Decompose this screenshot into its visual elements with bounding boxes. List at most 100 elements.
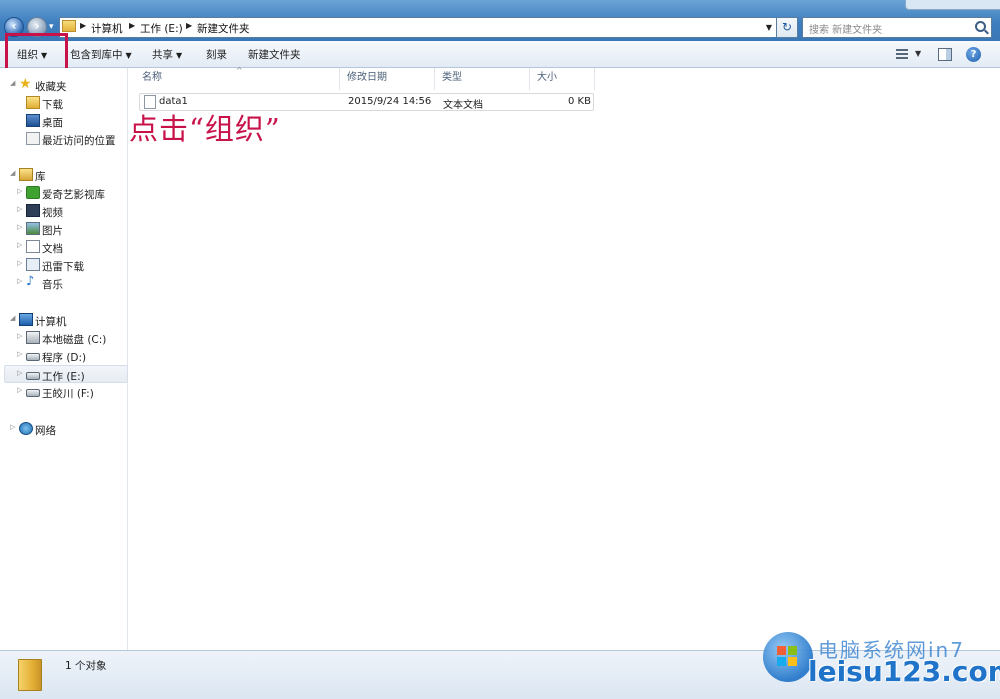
picture-icon: [26, 222, 40, 235]
expanded-triangle-icon[interactable]: ◢: [10, 169, 15, 177]
collapsed-triangle-icon[interactable]: ▷: [17, 386, 22, 394]
nav-label: 程序 (D:): [42, 352, 87, 364]
breadcrumb-new-folder[interactable]: 新建文件夹: [197, 21, 250, 36]
column-header-type[interactable]: 类型: [435, 68, 530, 90]
share-button[interactable]: 共享 ▼: [152, 47, 182, 62]
breadcrumb-drive-e[interactable]: 工作 (E:): [140, 21, 183, 36]
downloads-folder-icon: [26, 96, 40, 109]
burn-button[interactable]: 刻录: [206, 47, 227, 62]
collapsed-triangle-icon[interactable]: ▷: [17, 369, 22, 377]
nav-label: 工作 (E:): [42, 371, 85, 383]
search-placeholder: 搜索 新建文件夹: [809, 25, 883, 36]
include-in-library-button[interactable]: 包含到库中 ▼: [70, 47, 132, 62]
include-library-label: 包含到库中: [70, 49, 123, 61]
nav-label: 王皎川 (F:): [42, 388, 94, 400]
system-drive-icon: [26, 331, 40, 344]
network-icon: [19, 422, 33, 435]
collapsed-triangle-icon[interactable]: ▷: [17, 187, 22, 195]
nav-label: 计算机: [35, 316, 67, 328]
collapsed-triangle-icon[interactable]: ▷: [17, 205, 22, 213]
nav-label: 网络: [35, 425, 56, 437]
document-icon: [26, 240, 40, 253]
breadcrumb-computer[interactable]: 计算机: [91, 21, 123, 36]
expanded-triangle-icon[interactable]: ◢: [10, 314, 15, 322]
nav-label: 音乐: [42, 279, 63, 291]
nav-drive-f[interactable]: ▷ 王皎川 (F:): [4, 383, 128, 401]
nav-label: 最近访问的位置: [42, 135, 116, 147]
libraries-icon: [19, 168, 33, 181]
chevron-right-icon[interactable]: ▶: [186, 21, 192, 30]
drive-icon: [26, 372, 40, 380]
collapsed-triangle-icon[interactable]: ▷: [17, 259, 22, 267]
view-options-dropdown[interactable]: ▼: [915, 49, 921, 58]
collapsed-triangle-icon[interactable]: ▷: [17, 223, 22, 231]
dropdown-arrow-icon: ▼: [125, 51, 132, 60]
address-bar: ‹ › ▾ ▶ 计算机 ▶ 工作 (E:) ▶ 新建文件夹 ▼ ↻ 搜索 新建文…: [0, 0, 1000, 41]
dropdown-arrow-icon: ▼: [176, 51, 183, 60]
nav-pictures[interactable]: ▷ 图片: [4, 220, 128, 238]
nav-recent-places[interactable]: 最近访问的位置: [4, 130, 128, 148]
iqiyi-icon: [26, 186, 40, 199]
nav-label: 视频: [42, 207, 63, 219]
nav-label: 本地磁盘 (C:): [42, 334, 107, 346]
recent-pages-dropdown[interactable]: ▾: [49, 22, 54, 32]
nav-label: 迅雷下载: [42, 261, 84, 273]
navigation-pane: ◢ ★ 收藏夹 下载 桌面 最近访问的位置 ◢ 库 ▷ 爱奇艺影视库 ▷ 视频 …: [0, 68, 128, 650]
nav-label: 库: [35, 171, 46, 183]
nav-label: 文档: [42, 243, 63, 255]
file-size: 0 KB: [568, 96, 591, 107]
folder-icon: [18, 659, 42, 691]
refresh-button[interactable]: ↻: [776, 17, 798, 38]
item-count: 1 个对象: [65, 660, 107, 672]
star-icon: ★: [19, 76, 32, 92]
folder-icon: [62, 20, 76, 32]
column-header-size[interactable]: 大小: [530, 68, 595, 90]
chevron-right-icon[interactable]: ▶: [129, 21, 135, 30]
desktop-icon: [26, 114, 40, 127]
nav-documents[interactable]: ▷ 文档: [4, 238, 128, 256]
expanded-triangle-icon[interactable]: ◢: [10, 79, 15, 87]
column-header-name[interactable]: 名称: [135, 68, 340, 90]
nav-drive-d[interactable]: ▷ 程序 (D:): [4, 347, 128, 365]
computer-icon: [19, 313, 33, 326]
help-icon[interactable]: ?: [966, 47, 981, 62]
search-icon[interactable]: [975, 21, 986, 32]
address-box[interactable]: ▶ 计算机 ▶ 工作 (E:) ▶ 新建文件夹: [59, 17, 772, 38]
nav-videos[interactable]: ▷ 视频: [4, 202, 128, 220]
nav-computer[interactable]: ◢ 计算机: [4, 311, 128, 329]
preview-pane-icon[interactable]: [938, 48, 952, 61]
nav-desktop[interactable]: 桌面: [4, 112, 128, 130]
nav-label: 爱奇艺影视库: [42, 189, 105, 201]
nav-drive-c[interactable]: ▷ 本地磁盘 (C:): [4, 329, 128, 347]
collapsed-triangle-icon[interactable]: ▷: [17, 277, 22, 285]
video-icon: [26, 204, 40, 217]
nav-xunlei[interactable]: ▷ 迅雷下载: [4, 256, 128, 274]
file-type: 文本文档: [443, 100, 483, 111]
back-arrow-icon: ‹: [11, 19, 17, 33]
watermark-site-text: leisu123.com: [808, 655, 1000, 688]
nav-label: 下载: [42, 99, 63, 111]
nav-favorites[interactable]: ◢ ★ 收藏夹: [4, 76, 128, 94]
refresh-icon: ↻: [781, 20, 793, 34]
drive-icon: [26, 389, 40, 397]
collapsed-triangle-icon[interactable]: ▷: [10, 423, 15, 431]
column-header-modified[interactable]: 修改日期: [340, 68, 435, 90]
collapsed-triangle-icon[interactable]: ▷: [17, 332, 22, 340]
nav-drive-e[interactable]: ▷ 工作 (E:): [4, 365, 128, 383]
chevron-right-icon[interactable]: ▶: [80, 21, 86, 30]
nav-music[interactable]: ▷ ♪ 音乐: [4, 274, 128, 292]
collapsed-triangle-icon[interactable]: ▷: [17, 241, 22, 249]
tutorial-annotation: 点击“组织”: [129, 112, 281, 146]
nav-libraries[interactable]: ◢ 库: [4, 166, 128, 184]
change-view-icon[interactable]: [896, 46, 912, 62]
nav-downloads[interactable]: 下载: [4, 94, 128, 112]
nav-network[interactable]: ▷ 网络: [4, 420, 128, 438]
address-dropdown-button[interactable]: ▼: [762, 18, 776, 37]
share-label: 共享: [152, 49, 173, 61]
nav-label: 桌面: [42, 117, 63, 129]
collapsed-triangle-icon[interactable]: ▷: [17, 350, 22, 358]
forward-arrow-icon: ›: [34, 19, 40, 33]
search-input[interactable]: 搜索 新建文件夹: [802, 17, 992, 38]
new-folder-button[interactable]: 新建文件夹: [248, 47, 301, 62]
nav-iqiyi[interactable]: ▷ 爱奇艺影视库: [4, 184, 128, 202]
